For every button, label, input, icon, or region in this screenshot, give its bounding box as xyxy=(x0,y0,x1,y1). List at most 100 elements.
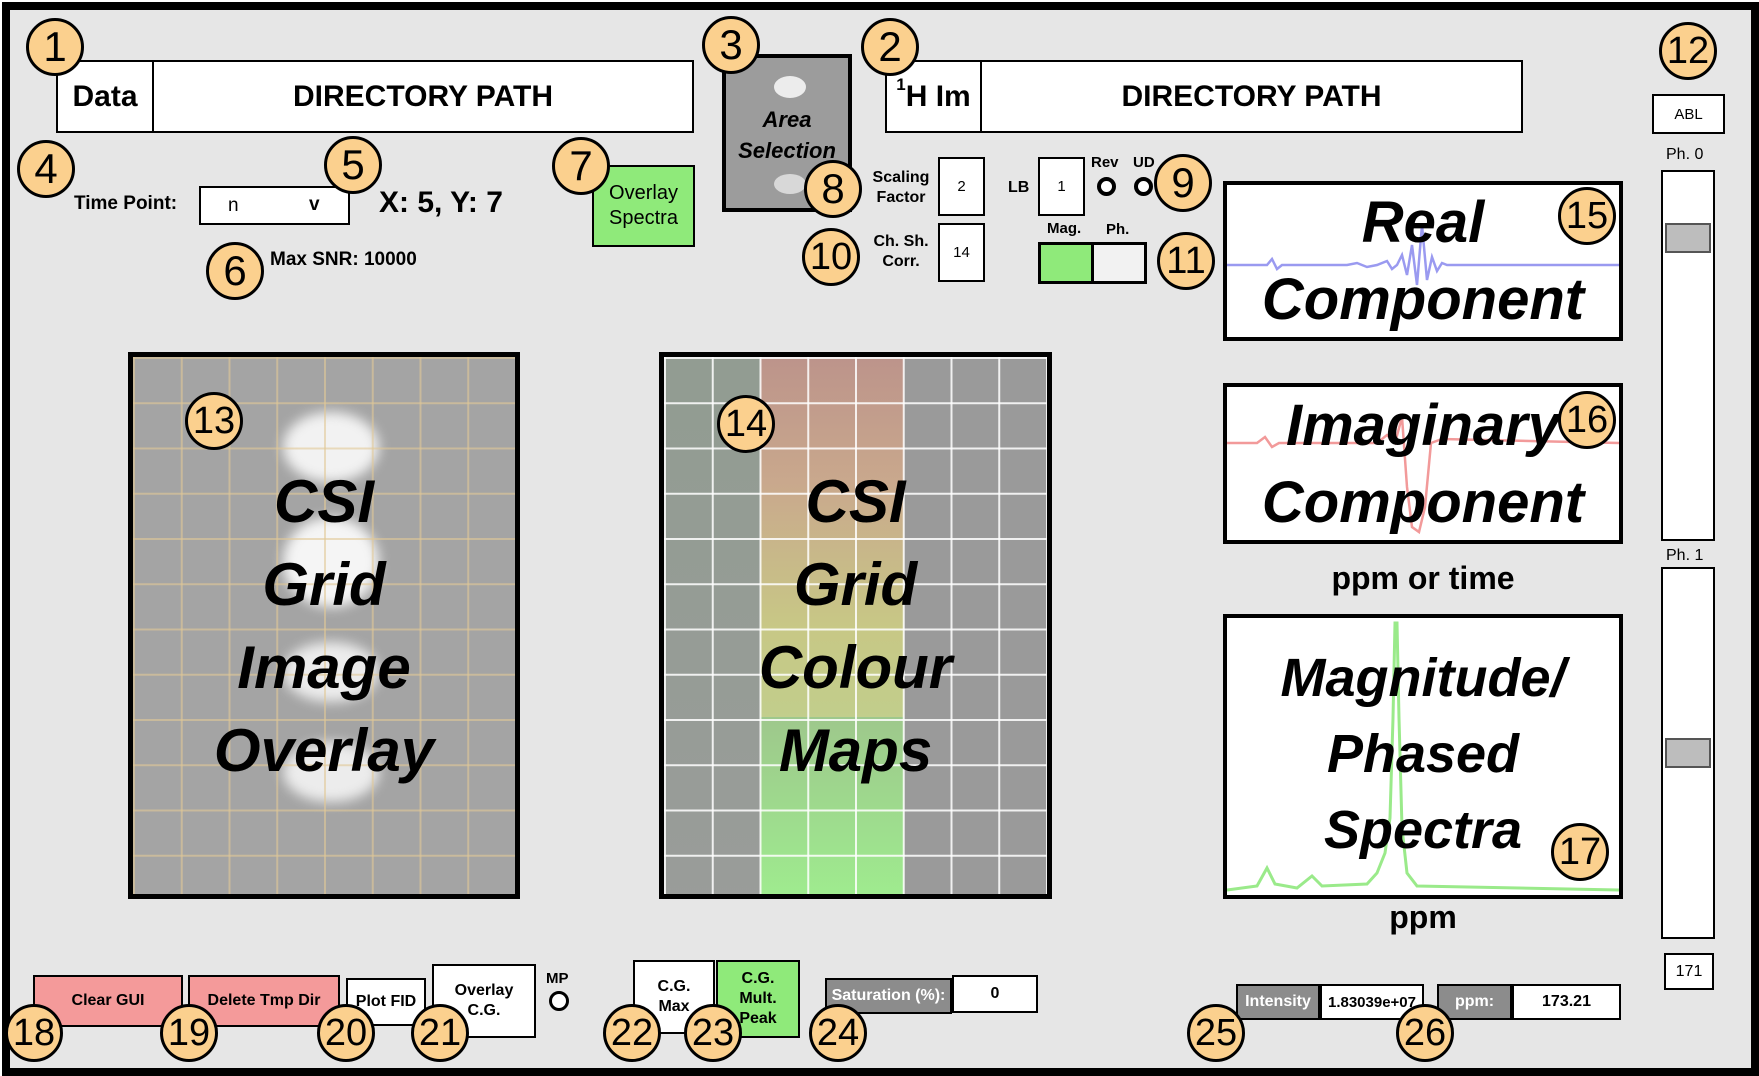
colour-maps-line4: Maps xyxy=(778,716,933,784)
area-selection-label: Area Selection xyxy=(726,102,848,168)
badge-5: 5 xyxy=(324,136,382,194)
ch-sh-corr-label: Ch. Sh. Corr. xyxy=(866,232,936,272)
imaginary-line2: Component xyxy=(1261,469,1585,535)
ph0-label: Ph. 0 xyxy=(1666,146,1704,163)
real-line1: Real xyxy=(1361,190,1485,255)
xy-coordinates: X: 5, Y: 7 xyxy=(379,186,503,219)
badge-24: 24 xyxy=(809,1004,867,1062)
ph-toggle-button[interactable] xyxy=(1091,242,1147,284)
time-point-value: n xyxy=(228,195,239,216)
time-point-label: Time Point: xyxy=(74,193,178,214)
image-overlay-line4: Overlay xyxy=(213,716,435,784)
badge-4: 4 xyxy=(17,140,75,198)
time-point-select[interactable]: n v xyxy=(199,186,350,225)
ph-label: Ph. xyxy=(1106,221,1130,238)
ph1-value-input[interactable]: 171 xyxy=(1664,953,1714,990)
cg-mult-line2: Mult. xyxy=(739,990,777,1007)
badge-11: 11 xyxy=(1157,232,1215,290)
ppm-readout-label: ppm: xyxy=(1437,984,1512,1020)
cg-mult-line1: C.G. xyxy=(741,970,775,987)
cg-mult-line3: Peak xyxy=(739,1010,777,1027)
badge-22: 22 xyxy=(603,1004,661,1062)
csi-grid-image-overlay[interactable]: CSI Grid Image Overlay xyxy=(128,352,520,899)
badge-12: 12 xyxy=(1659,22,1717,80)
area-blob-top xyxy=(774,76,806,98)
cg-max-line2: Max xyxy=(658,998,690,1015)
colour-maps-line2: Grid xyxy=(793,550,918,618)
ph0-slider[interactable] xyxy=(1661,170,1715,541)
scaling-label-line2: Factor xyxy=(876,189,926,206)
mp-radio[interactable] xyxy=(549,991,569,1011)
badge-20: 20 xyxy=(317,1004,375,1062)
badge-3: 3 xyxy=(702,16,760,74)
h1-label-main: H Im xyxy=(905,79,971,113)
mag-label: Mag. xyxy=(1047,220,1082,237)
mag-toggle-button[interactable] xyxy=(1038,242,1094,284)
badge-16: 16 xyxy=(1558,391,1616,449)
data-path-field[interactable]: Data DIRECTORY PATH xyxy=(56,60,694,133)
scaling-factor-input[interactable]: 2 xyxy=(938,157,985,216)
ch-sh-label-line1: Ch. Sh. xyxy=(873,233,929,250)
h1-label-sup: 1 xyxy=(896,74,906,94)
badge-1: 1 xyxy=(26,18,84,76)
colour-maps-line1: CSI xyxy=(805,467,906,535)
badge-14: 14 xyxy=(717,395,775,453)
badge-9: 9 xyxy=(1154,154,1212,212)
ph1-label: Ph. 1 xyxy=(1666,547,1704,564)
ch-sh-label-line2: Corr. xyxy=(882,253,920,270)
badge-21: 21 xyxy=(411,1004,469,1062)
ph1-slider[interactable] xyxy=(1661,567,1715,939)
lb-label: LB xyxy=(1008,179,1030,196)
scaling-factor-label: Scaling Factor xyxy=(866,168,936,208)
imaginary-line1: Imaginary xyxy=(1286,392,1560,458)
max-snr: Max SNR: 10000 xyxy=(270,249,417,270)
chevron-down-icon: v xyxy=(309,194,320,215)
mp-label: MP xyxy=(546,970,569,987)
badge-7: 7 xyxy=(552,137,610,195)
cg-max-line1: C.G. xyxy=(657,978,691,995)
h1-path-field[interactable]: 1H Im DIRECTORY PATH xyxy=(885,60,1523,133)
spectra-line2: Phased xyxy=(1326,723,1520,784)
spectra-line1: Magnitude/ xyxy=(1280,647,1566,708)
badge-2: 2 xyxy=(861,18,919,76)
overlay-cg-line2: C.G. xyxy=(467,1002,501,1019)
ph1-slider-thumb[interactable] xyxy=(1665,738,1711,768)
ch-sh-corr-input[interactable]: 14 xyxy=(938,223,985,282)
h1-directory-path: DIRECTORY PATH xyxy=(1121,79,1382,113)
data-directory-path: DIRECTORY PATH xyxy=(292,79,554,113)
intensity-label: Intensity xyxy=(1236,984,1320,1020)
rev-label: Rev xyxy=(1091,154,1119,171)
colour-maps-line3: Colour xyxy=(758,633,953,701)
ppm-readout-value: 173.21 xyxy=(1512,984,1621,1020)
overlay-spectra-line1: Overlay xyxy=(609,182,678,204)
badge-18: 18 xyxy=(5,1004,63,1062)
data-label: Data xyxy=(58,62,154,131)
app-window: Data DIRECTORY PATH 1H Im DIRECTORY PATH… xyxy=(0,0,1759,1076)
image-overlay-line1: CSI xyxy=(273,467,375,535)
abl-button[interactable]: ABL xyxy=(1652,94,1725,134)
image-overlay-line2: Grid xyxy=(262,550,386,618)
scaling-label-line1: Scaling xyxy=(872,169,930,186)
badge-10: 10 xyxy=(802,228,860,286)
rev-radio[interactable] xyxy=(1097,177,1116,196)
ud-radio[interactable] xyxy=(1134,177,1153,196)
spectra-line3: Spectra xyxy=(1323,799,1523,860)
area-blob-bottom xyxy=(774,174,806,194)
badge-15: 15 xyxy=(1558,187,1616,245)
overlay-spectra-line2: Spectra xyxy=(609,207,678,229)
ppm-axis-label: ppm xyxy=(1389,899,1457,935)
ud-label: UD xyxy=(1133,154,1155,171)
image-overlay-line3: Image xyxy=(237,633,411,701)
lb-input[interactable]: 1 xyxy=(1038,157,1085,216)
ppm-or-time-label: ppm or time xyxy=(1331,560,1515,596)
badge-23: 23 xyxy=(684,1004,742,1062)
saturation-input[interactable]: 0 xyxy=(952,975,1038,1013)
badge-17: 17 xyxy=(1551,823,1609,881)
badge-13: 13 xyxy=(185,392,243,450)
ph0-slider-thumb[interactable] xyxy=(1665,222,1711,253)
real-line2: Component xyxy=(1261,267,1585,332)
overlay-cg-line1: Overlay xyxy=(454,982,514,999)
badge-6: 6 xyxy=(206,242,264,300)
badge-26: 26 xyxy=(1396,1004,1454,1062)
badge-8: 8 xyxy=(804,160,862,218)
